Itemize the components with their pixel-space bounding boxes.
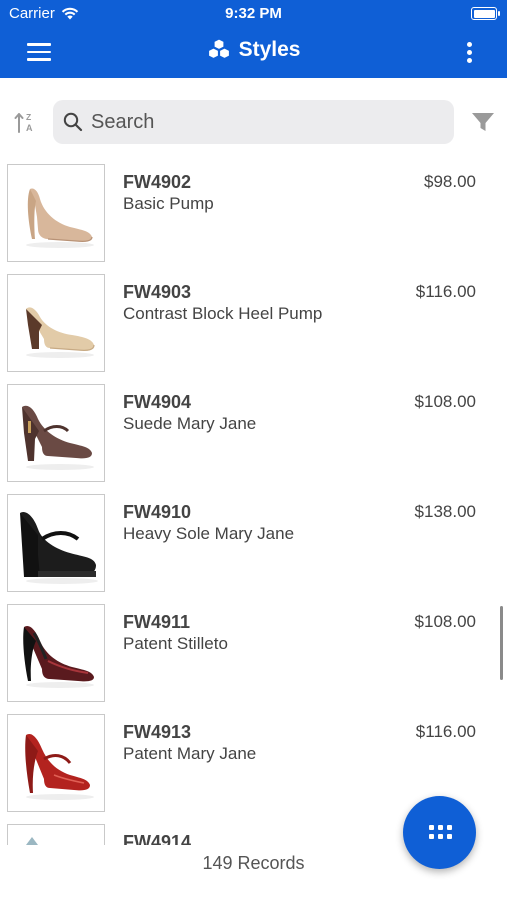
style-code: FW4904 bbox=[123, 392, 192, 412]
grid-dots-icon bbox=[429, 825, 452, 841]
svg-text:A: A bbox=[26, 123, 33, 133]
styles-list: FW4902 Basic Pump $98.00 FW4903 Contrast… bbox=[0, 160, 507, 845]
list-item[interactable]: FW4904 Suede Mary Jane $108.00 bbox=[0, 382, 507, 492]
product-image bbox=[7, 274, 105, 372]
fab-button[interactable] bbox=[403, 796, 476, 869]
style-name: Basic Pump bbox=[123, 194, 214, 213]
product-image bbox=[7, 604, 105, 702]
svg-text:Z: Z bbox=[26, 112, 31, 122]
style-code: FW4903 bbox=[123, 282, 192, 302]
product-image bbox=[7, 384, 105, 482]
page-title-text: Styles bbox=[238, 38, 301, 61]
style-name: Patent Mary Jane bbox=[123, 744, 257, 763]
product-image bbox=[7, 714, 105, 812]
list-item[interactable]: FW4903 Contrast Block Heel Pump $116.00 bbox=[0, 272, 507, 382]
style-name: Contrast Block Heel Pump bbox=[123, 304, 323, 323]
style-code: FW4911 bbox=[123, 612, 191, 632]
list-item[interactable]: FW4902 Basic Pump $98.00 bbox=[0, 162, 507, 272]
cubes-icon bbox=[207, 38, 230, 60]
search-input[interactable] bbox=[91, 110, 411, 134]
status-bar: Carrier 9:32 PM bbox=[0, 0, 507, 28]
style-code: FW4902 bbox=[123, 172, 192, 192]
vertical-dots-icon[interactable] bbox=[467, 42, 473, 64]
style-code: FW4913 bbox=[123, 722, 192, 742]
status-time: 9:32 PM bbox=[225, 5, 282, 22]
style-price: $108.00 bbox=[414, 612, 476, 631]
style-name: Patent Stilleto bbox=[123, 634, 228, 653]
battery-icon bbox=[471, 7, 500, 20]
list-item[interactable]: FW4910 Heavy Sole Mary Jane $138.00 bbox=[0, 492, 507, 602]
page-title: Styles bbox=[0, 38, 507, 62]
list-item[interactable]: FW4911 Patent Stilleto $108.00 bbox=[0, 602, 507, 712]
magnifier-icon bbox=[63, 112, 83, 132]
style-price: $98.00 bbox=[424, 172, 476, 191]
style-name: Suede Mary Jane bbox=[123, 414, 257, 433]
style-price: $116.00 bbox=[415, 282, 476, 301]
product-image bbox=[7, 824, 105, 845]
style-price: $108.00 bbox=[414, 392, 476, 411]
product-image bbox=[7, 164, 105, 262]
search-row: Z A bbox=[0, 78, 507, 164]
sort-alpha-icon[interactable]: Z A bbox=[13, 110, 39, 136]
funnel-icon[interactable] bbox=[470, 109, 496, 135]
product-image bbox=[7, 494, 105, 592]
search-box[interactable] bbox=[53, 100, 454, 144]
top-bar: Carrier 9:32 PM Styles bbox=[0, 0, 507, 78]
scrollbar[interactable] bbox=[500, 606, 503, 680]
style-name: Heavy Sole Mary Jane bbox=[123, 524, 295, 543]
style-price: $138.00 bbox=[414, 502, 476, 521]
style-code: FW4910 bbox=[123, 502, 192, 522]
style-price: $116.00 bbox=[415, 722, 476, 741]
style-code: FW4914 bbox=[123, 832, 192, 845]
nav-bar: Styles bbox=[0, 28, 507, 78]
